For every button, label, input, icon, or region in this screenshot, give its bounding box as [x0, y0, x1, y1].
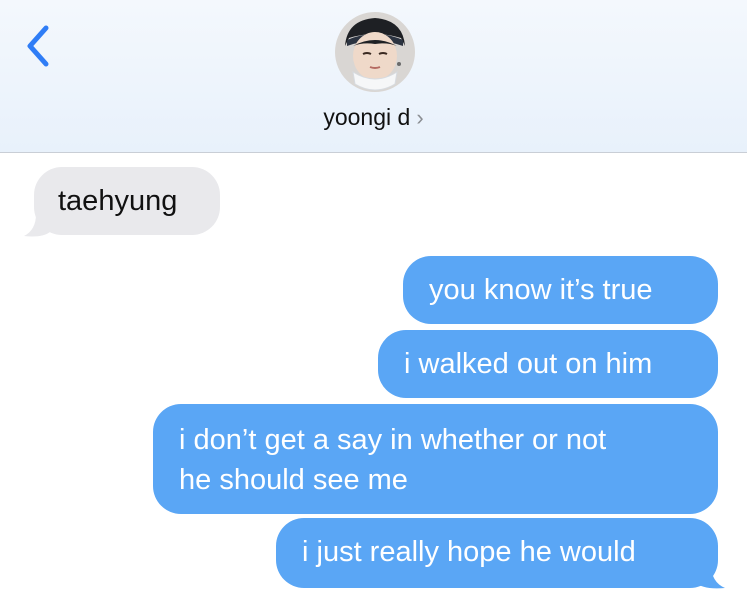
message-bubble-outgoing[interactable]: i just really hope he would — [276, 518, 718, 588]
message-bubble-outgoing[interactable]: i don’t get a say in whether or not he s… — [153, 404, 718, 514]
contact-name-button[interactable]: yoongi d › — [0, 104, 747, 131]
message-text-line: he should see me — [179, 464, 408, 496]
contact-avatar[interactable] — [335, 12, 415, 92]
chevron-left-icon — [27, 25, 49, 67]
contact-name: yoongi d — [323, 104, 411, 130]
message-text: you know it’s true — [429, 274, 653, 306]
chevron-right-icon: › — [416, 105, 424, 130]
back-button[interactable] — [20, 20, 60, 72]
message-text: i just really hope he would — [302, 536, 636, 568]
message-bubble-outgoing[interactable]: you know it’s true — [403, 256, 718, 324]
message-text-line: i don’t get a say in whether or not — [179, 424, 607, 456]
message-text: taehyung — [58, 185, 178, 217]
message-bubble-outgoing[interactable]: i walked out on him — [378, 330, 718, 398]
message-bubble-incoming[interactable]: taehyung — [34, 167, 220, 235]
message-text: i walked out on him — [404, 348, 653, 380]
conversation-header: yoongi d › — [0, 0, 747, 153]
